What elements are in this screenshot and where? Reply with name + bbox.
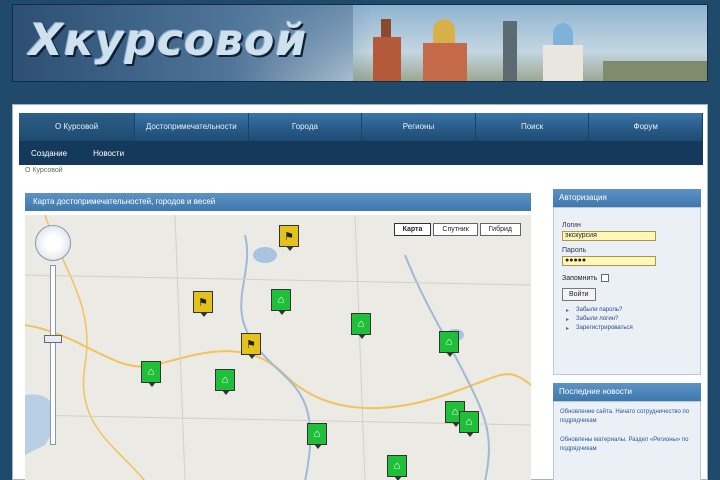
forgot-password-link[interactable]: Забыли пароль? <box>566 307 692 314</box>
nav-tab-search[interactable]: Поиск <box>476 113 590 141</box>
map-pan-control[interactable] <box>35 225 71 261</box>
login-box: Логин экскурсия Пароль ●●●●● Запомнить В… <box>553 207 701 375</box>
map-type-controls: Карта Спутник Гибрид <box>393 223 521 236</box>
login-box-title: Авторизация <box>553 189 701 207</box>
nav-tab-sights[interactable]: Достопримечательности <box>135 113 249 141</box>
news-item[interactable]: Обновление сайта. Начато сотрудничество … <box>560 408 694 426</box>
header-banner: Хкурсовой <box>12 4 708 82</box>
forgot-login-link[interactable]: Забыли логин? <box>566 316 692 323</box>
map-marker-sight[interactable]: ⌂ <box>439 331 459 357</box>
banner-landmarks-image <box>353 5 707 81</box>
login-label: Логин <box>562 222 581 229</box>
site-logo[interactable]: Хкурсовой <box>29 15 307 66</box>
news-item[interactable]: Обновлены материалы. Раздел «Регионы» по… <box>560 436 694 454</box>
map-marker-city[interactable]: ⚑ <box>279 225 299 251</box>
news-box-title: Последние новости <box>553 383 701 401</box>
map-marker-sight[interactable]: ⌂ <box>271 289 291 315</box>
remember-me-label: Запомнить <box>562 274 598 282</box>
news-box: Обновление сайта. Начато сотрудничество … <box>553 401 701 480</box>
map-type-hybrid-button[interactable]: Гибрид <box>479 223 521 236</box>
sub-navigation: Создание Новости <box>19 141 703 165</box>
map-title: Карта достопримечательностей, городов и … <box>25 193 531 211</box>
interactive-map[interactable]: Карта Спутник Гибрид ⚑ ⚑ ⚑ ⌂ ⌂ ⌂ ⌂ ⌂ ⌂ ⌂… <box>25 215 531 480</box>
subnav-item-create[interactable]: Создание <box>31 149 67 158</box>
map-zoom-slider[interactable] <box>50 265 56 445</box>
login-button[interactable]: Войти <box>562 288 596 301</box>
map-marker-sight[interactable]: ⌂ <box>141 361 161 387</box>
map-marker-city[interactable]: ⚑ <box>193 291 213 317</box>
map-zoom-handle[interactable] <box>44 335 62 343</box>
main-panel: О Курсовой Достопримечательности Города … <box>12 104 708 480</box>
main-navigation: О Курсовой Достопримечательности Города … <box>19 113 703 141</box>
map-type-map-button[interactable]: Карта <box>393 223 432 236</box>
map-marker-sight[interactable]: ⌂ <box>307 423 327 449</box>
register-link[interactable]: Зарегистрироваться <box>566 325 692 332</box>
password-label: Пароль <box>562 247 587 254</box>
map-marker-sight[interactable]: ⌂ <box>387 455 407 480</box>
remember-me-checkbox[interactable] <box>601 274 610 282</box>
login-links: Забыли пароль? Забыли логин? Зарегистрир… <box>562 307 692 332</box>
map-marker-sight[interactable]: ⌂ <box>215 369 235 395</box>
nav-tab-about[interactable]: О Курсовой <box>19 113 135 141</box>
map-marker-city[interactable]: ⚑ <box>241 333 261 359</box>
breadcrumb[interactable]: О Курсовой <box>25 167 63 174</box>
nav-tab-forum[interactable]: Форум <box>589 113 703 141</box>
map-marker-sight[interactable]: ⌂ <box>459 411 479 437</box>
login-input[interactable]: экскурсия <box>562 231 656 241</box>
map-marker-sight[interactable]: ⌂ <box>351 313 371 339</box>
subnav-item-news[interactable]: Новости <box>93 149 124 158</box>
map-type-satellite-button[interactable]: Спутник <box>433 223 478 236</box>
nav-tab-regions[interactable]: Регионы <box>362 113 476 141</box>
sidebar: Авторизация Логин экскурсия Пароль ●●●●●… <box>553 189 701 480</box>
nav-tab-cities[interactable]: Города <box>249 113 363 141</box>
password-input[interactable]: ●●●●● <box>562 256 656 266</box>
remember-me-row: Запомнить <box>562 274 692 282</box>
